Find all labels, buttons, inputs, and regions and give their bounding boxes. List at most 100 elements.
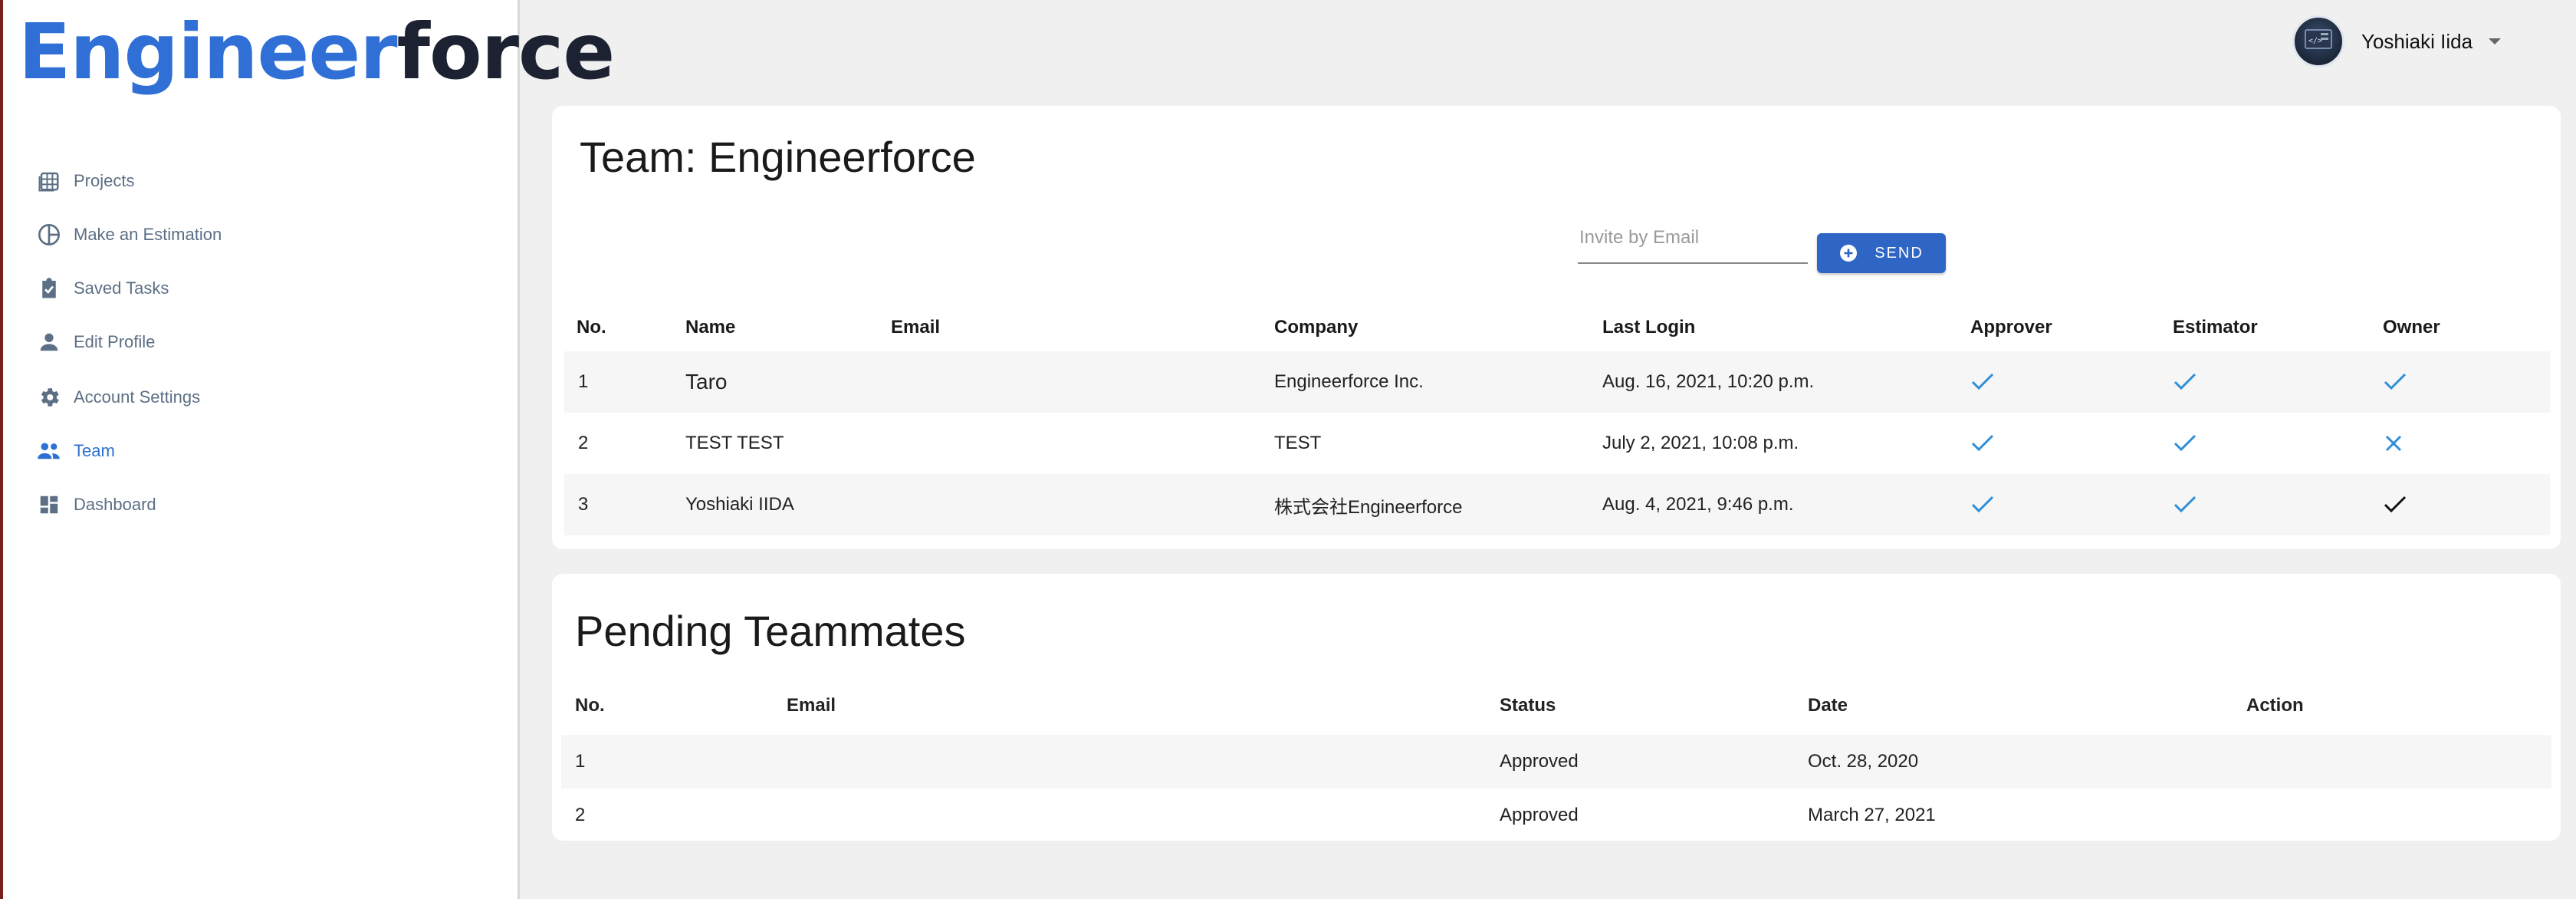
table-row: 1 Approved Oct. 28, 2020 — [561, 735, 2551, 789]
cell-company: 株式会社Engineerforce — [1274, 474, 1602, 535]
column-header-action: Action — [2246, 695, 2304, 716]
pending-table: No. Email Status Date Action 1 Approved … — [561, 677, 2551, 842]
sidebar-item-label: Dashboard — [74, 495, 156, 514]
sidebar-item-label: Team — [74, 441, 115, 460]
column-header-email: Email — [891, 317, 941, 338]
check-icon[interactable] — [1970, 433, 2173, 453]
cell-estimator — [2173, 351, 2383, 413]
dashboard-icon — [37, 492, 61, 517]
cell-company: Engineerforce Inc. — [1274, 351, 1602, 413]
sidebar: Engineerforce Projects Make an Estimatio… — [0, 0, 615, 899]
cell-approver — [1970, 413, 2173, 474]
cell-status: Approved — [1500, 805, 1579, 825]
table-row: 3 Yoshiaki IIDA 株式会社Engineerforce Aug. 4… — [564, 474, 2550, 535]
column-header-company: Company — [1274, 317, 1359, 338]
sidebar-item-label: Projects — [74, 171, 135, 190]
cell-email — [891, 474, 1274, 535]
add-circle-icon — [1839, 244, 1858, 262]
cell-last-login: Aug. 16, 2021, 10:20 p.m. — [1602, 351, 1970, 413]
cell-no: 2 — [578, 433, 589, 453]
check-icon[interactable] — [1970, 495, 2173, 515]
table-row: 2 Approved March 27, 2021 — [561, 789, 2551, 842]
table-row: 1 Taro Engineerforce Inc. Aug. 16, 2021,… — [564, 351, 2550, 413]
svg-text:</>: </> — [2308, 37, 2322, 45]
sidebar-item-projects[interactable]: Projects — [37, 164, 134, 198]
cell-action — [2246, 789, 2551, 842]
person-icon — [37, 330, 61, 354]
cell-email — [891, 351, 1274, 413]
pending-teammates-card: Pending Teammates No. Email Status Date … — [552, 574, 2561, 841]
sidebar-item-account-settings[interactable]: Account Settings — [37, 380, 200, 414]
cell-date: March 27, 2021 — [1808, 805, 1936, 825]
close-icon[interactable] — [2383, 433, 2550, 454]
send-invite-button[interactable]: SEND — [1817, 233, 1946, 273]
user-menu[interactable]: </> Yoshiaki Iida — [2292, 15, 2502, 68]
cell-estimator — [2173, 474, 2383, 535]
cell-email — [787, 735, 1500, 789]
invite-email-input[interactable] — [1578, 222, 1808, 262]
sidebar-item-dashboard[interactable]: Dashboard — [37, 488, 156, 522]
check-icon[interactable] — [2173, 495, 2383, 515]
cell-name: TEST TEST — [685, 433, 784, 453]
table-header-row: No. Email Status Date Action — [561, 677, 2551, 735]
send-label: SEND — [1875, 244, 1924, 262]
sidebar-item-make-an-estimation[interactable]: Make an Estimation — [37, 218, 222, 252]
cell-status: Approved — [1500, 735, 1808, 789]
table-row: 2 TEST TEST TEST July 2, 2021, 10:08 p.m… — [564, 413, 2550, 474]
invite-email-field — [1578, 222, 1808, 264]
cell-no: 1 — [564, 351, 685, 413]
cell-no: 1 — [561, 735, 787, 789]
cell-last-login: July 2, 2021, 10:08 p.m. — [1602, 433, 1799, 453]
column-header-no: No. — [575, 695, 605, 716]
logo-part-force: force — [396, 7, 616, 97]
sidebar-item-edit-profile[interactable]: Edit Profile — [37, 325, 155, 359]
sidebar-item-label: Edit Profile — [74, 332, 156, 351]
cell-no: 2 — [575, 805, 586, 825]
team-table: No. Name Email Company Last Login Approv… — [564, 304, 2550, 535]
cell-action — [2246, 735, 2551, 789]
cell-name: Taro — [685, 351, 891, 413]
cell-no: 3 — [564, 474, 685, 535]
cell-estimator — [2173, 413, 2383, 474]
sidebar-item-saved-tasks[interactable]: Saved Tasks — [37, 272, 169, 305]
check-icon — [2383, 495, 2550, 515]
cell-email — [891, 413, 1274, 474]
gear-icon — [37, 385, 61, 410]
caret-down-icon — [2488, 38, 2502, 45]
check-icon[interactable] — [2173, 433, 2383, 453]
clipboard-check-icon — [37, 276, 61, 301]
cell-company: TEST — [1274, 433, 1322, 453]
engineerforce-logo[interactable]: Engineerforce — [18, 5, 616, 100]
check-icon[interactable] — [1970, 372, 2173, 392]
section-title: Pending Teammates — [575, 607, 966, 655]
page-title: Team: Engineerforce — [580, 133, 976, 181]
cell-date: Oct. 28, 2020 — [1808, 735, 2246, 789]
cell-approver — [1970, 351, 2173, 413]
column-header-status: Status — [1500, 695, 1556, 716]
cell-approver — [1970, 474, 2173, 535]
user-name: Yoshiaki Iida — [2361, 29, 2473, 53]
column-header-approver: Approver — [1970, 317, 2052, 338]
team-card: Team: Engineerforce SEND No. Name Email … — [552, 106, 2561, 549]
sidebar-item-label: Saved Tasks — [74, 278, 169, 298]
sidebar-item-team[interactable]: Team — [37, 434, 115, 468]
column-header-no: No. — [577, 317, 606, 338]
column-header-last-login: Last Login — [1602, 317, 1696, 338]
cell-owner — [2383, 474, 2550, 535]
grid-table-icon — [37, 169, 61, 193]
column-header-email: Email — [787, 695, 836, 716]
sidebar-item-label: Account Settings — [74, 387, 201, 407]
pie-chart-icon — [37, 222, 61, 247]
avatar: </> — [2292, 15, 2344, 68]
table-header-row: No. Name Email Company Last Login Approv… — [564, 304, 2550, 351]
column-header-name: Name — [685, 317, 736, 338]
check-icon[interactable] — [2173, 372, 2383, 392]
logo-part-engineer: Engineer — [18, 7, 398, 97]
people-icon — [37, 439, 61, 463]
cell-last-login: Aug. 4, 2021, 9:46 p.m. — [1602, 474, 1970, 535]
cell-owner — [2383, 351, 2550, 413]
cell-email — [787, 789, 1500, 842]
check-icon[interactable] — [2383, 372, 2550, 392]
column-header-date: Date — [1808, 695, 1848, 716]
sidebar-item-label: Make an Estimation — [74, 225, 222, 244]
